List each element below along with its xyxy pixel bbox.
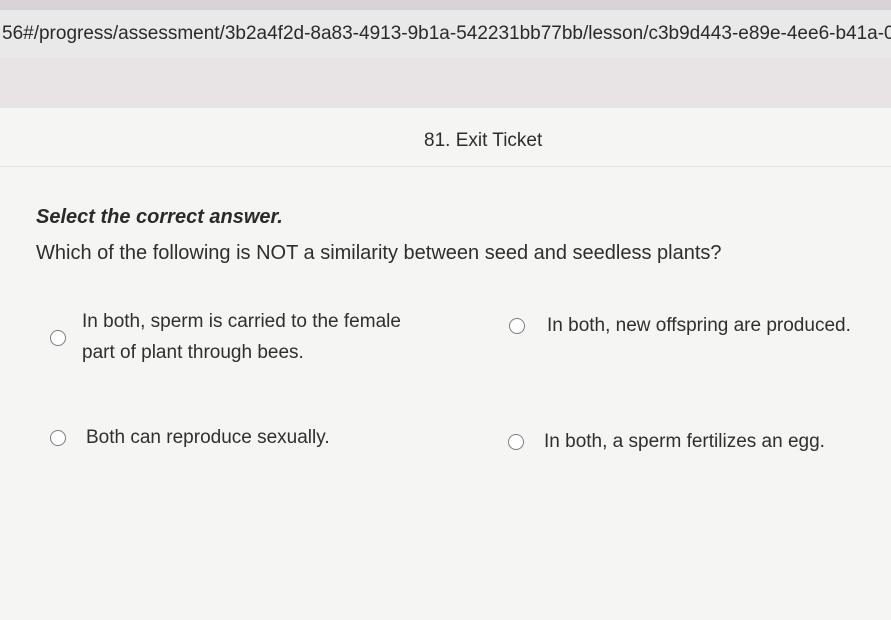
answer-option-d[interactable]: In both, a sperm fertilizes an egg. xyxy=(508,426,825,457)
answer-option-label[interactable]: In both, new offspring are produced. xyxy=(547,310,851,341)
assessment-content: 81. Exit Ticket Select the correct answe… xyxy=(0,108,891,620)
radio-button[interactable] xyxy=(508,434,524,450)
answer-option-label[interactable]: In both, sperm is carried to the female … xyxy=(82,306,432,368)
header-banner xyxy=(0,58,891,108)
browser-top-strip xyxy=(0,0,891,10)
answer-option-b[interactable]: In both, new offspring are produced. xyxy=(509,310,851,341)
answer-option-label[interactable]: Both can reproduce sexually. xyxy=(86,422,330,453)
radio-button[interactable] xyxy=(509,318,525,334)
radio-button[interactable] xyxy=(50,330,66,346)
lesson-title-row: 81. Exit Ticket xyxy=(0,126,891,167)
answer-option-a[interactable]: In both, sperm is carried to the female … xyxy=(50,306,460,368)
answer-option-c[interactable]: Both can reproduce sexually. xyxy=(50,422,330,453)
address-bar-url[interactable]: 56#/progress/assessment/3b2a4f2d-8a83-49… xyxy=(2,23,891,45)
page: 56#/progress/assessment/3b2a4f2d-8a83-49… xyxy=(0,0,891,620)
address-bar[interactable]: 56#/progress/assessment/3b2a4f2d-8a83-49… xyxy=(0,10,891,58)
answer-option-label[interactable]: In both, a sperm fertilizes an egg. xyxy=(544,426,825,457)
lesson-title: 81. Exit Ticket xyxy=(424,130,543,151)
question-instruction: Select the correct answer. xyxy=(36,206,283,228)
radio-button[interactable] xyxy=(50,430,66,446)
question-prompt: Which of the following is NOT a similari… xyxy=(36,242,722,264)
